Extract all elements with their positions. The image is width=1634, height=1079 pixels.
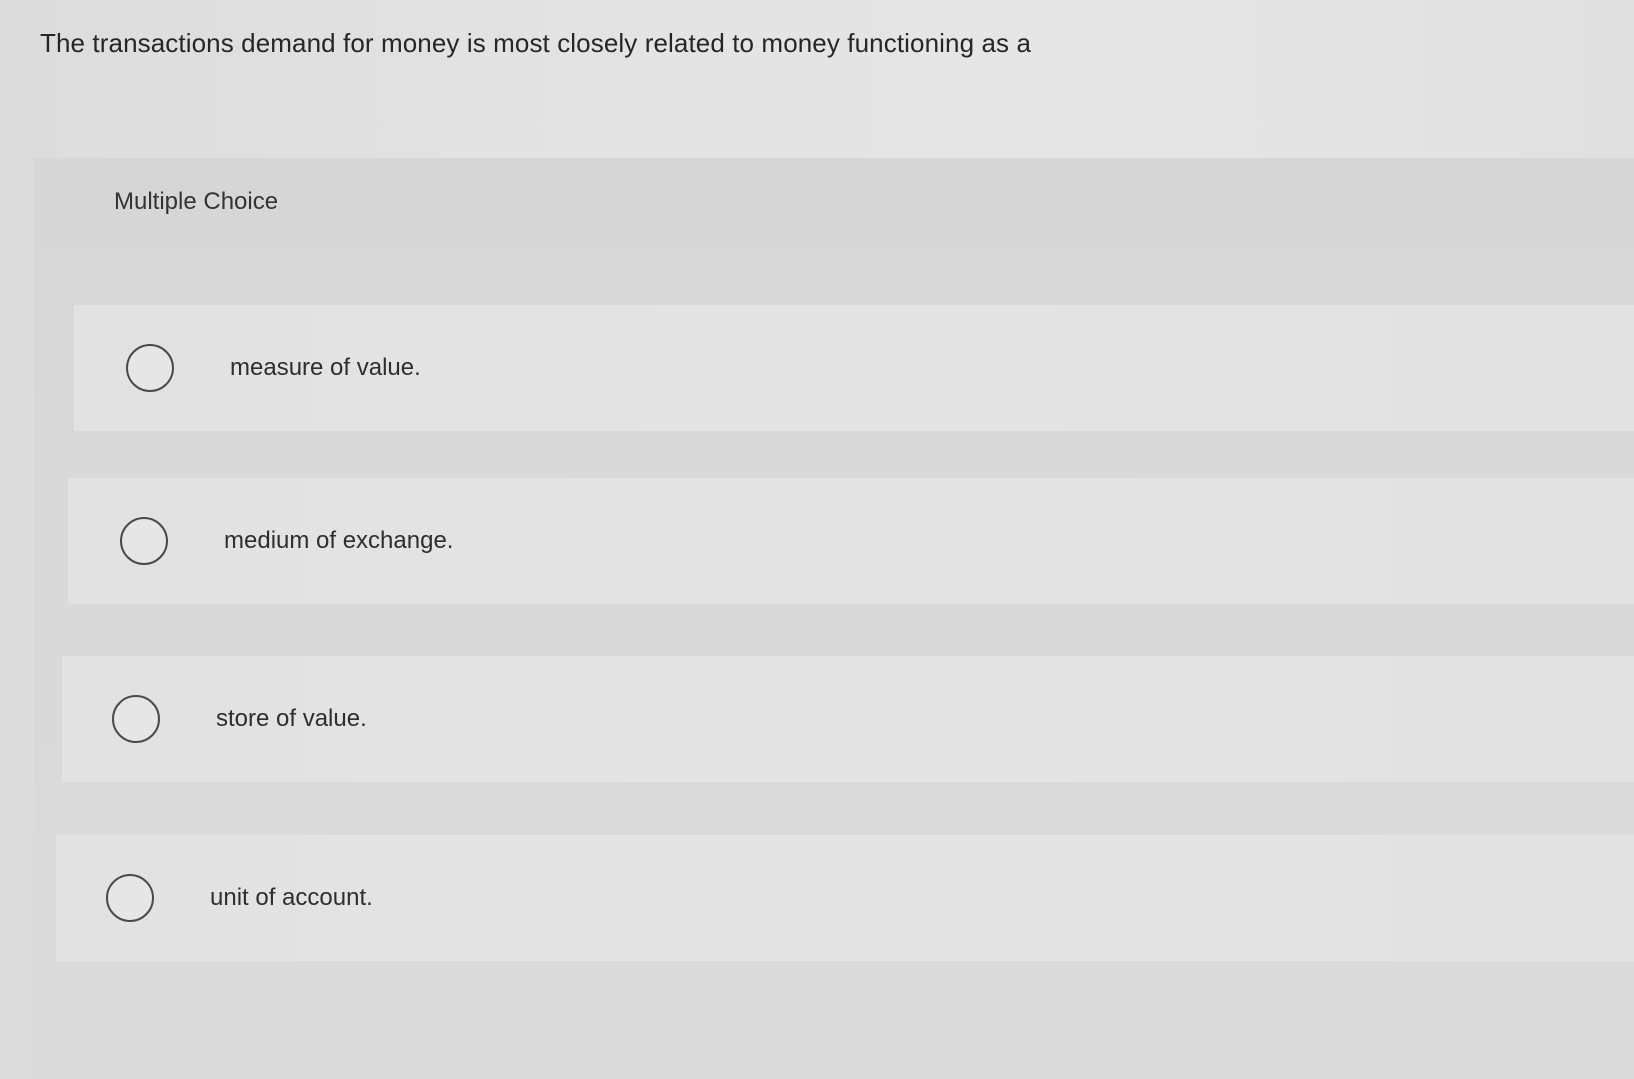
- radio-button-icon[interactable]: [120, 517, 168, 565]
- question-type-label: Multiple Choice: [114, 188, 279, 215]
- radio-button-icon[interactable]: [106, 874, 154, 922]
- answer-option-label: medium of exchange.: [224, 527, 454, 554]
- answer-option-label: measure of value.: [230, 354, 421, 381]
- question-text: The transactions demand for money is mos…: [40, 28, 1032, 58]
- answer-option-unit-of-account[interactable]: unit of account.: [56, 835, 1634, 961]
- radio-button-icon[interactable]: [126, 344, 174, 392]
- radio-button-icon[interactable]: [112, 695, 160, 743]
- answer-option-medium-of-exchange[interactable]: medium of exchange.: [68, 478, 1634, 604]
- answer-option-label: store of value.: [216, 705, 367, 732]
- panel-header: Multiple Choice: [34, 158, 1634, 248]
- answer-option-store-of-value[interactable]: store of value.: [62, 656, 1634, 782]
- answer-option-label: unit of account.: [210, 884, 373, 911]
- answer-option-measure-of-value[interactable]: measure of value.: [74, 305, 1634, 431]
